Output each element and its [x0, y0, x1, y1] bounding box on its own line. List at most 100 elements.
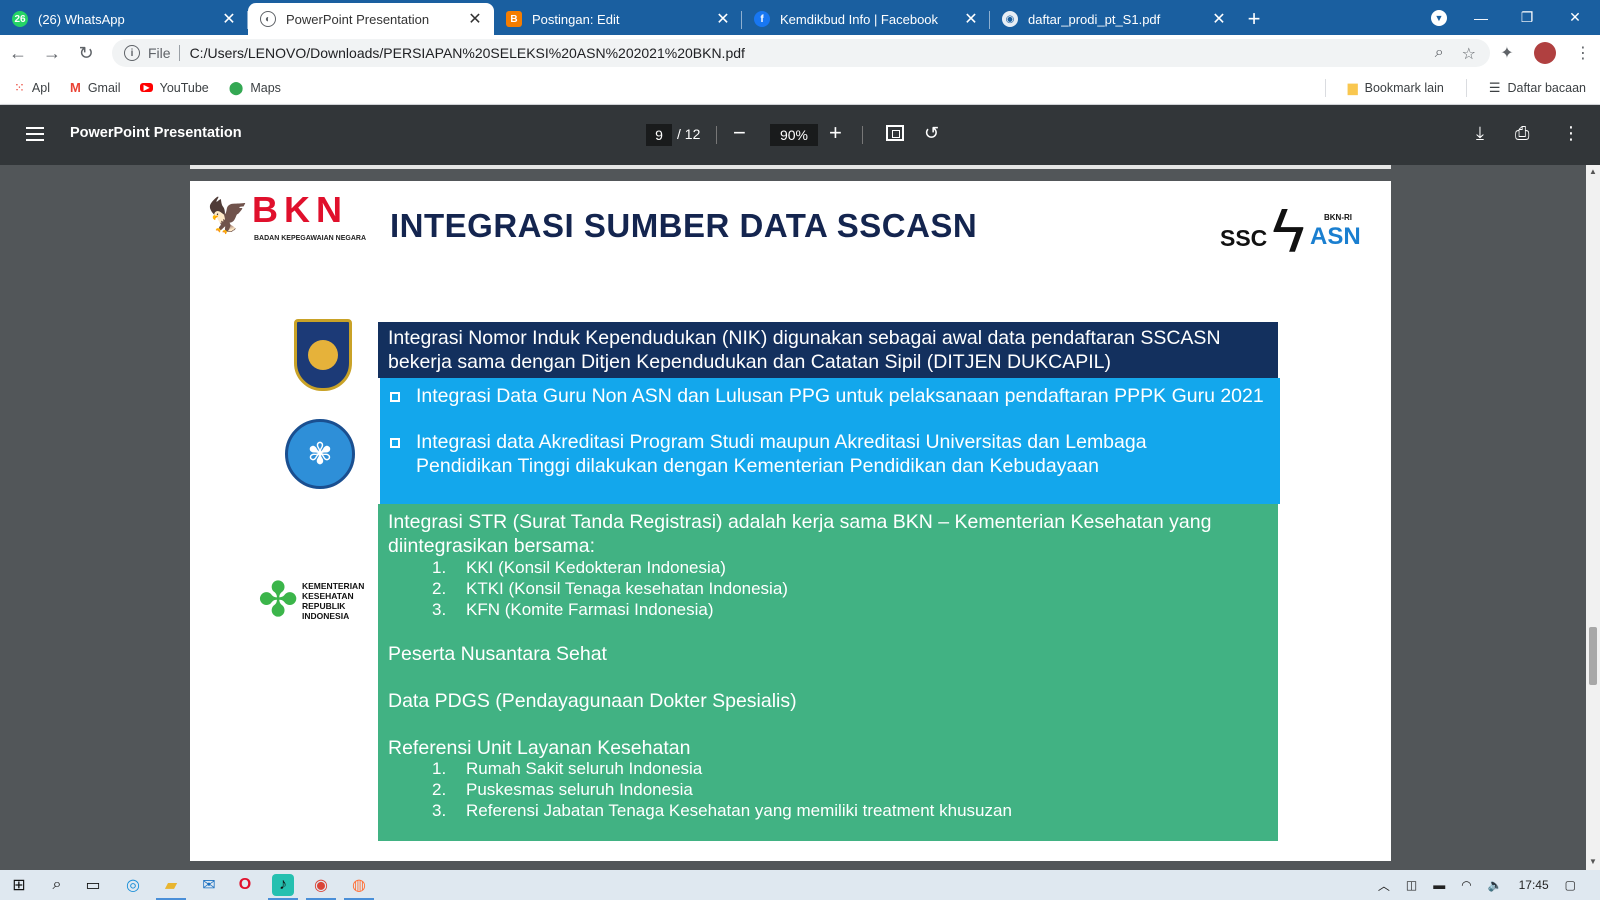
- page-total: / 12: [677, 126, 701, 142]
- kemendagri-emblem-icon: [294, 319, 352, 391]
- bkn-logo-subtitle: BADAN KEPEGAWAIAN NEGARA: [254, 235, 367, 242]
- nusantara-sehat-text: Peserta Nusantara Sehat: [388, 643, 607, 665]
- zoom-out-button[interactable]: −: [733, 120, 746, 146]
- close-window-button[interactable]: ✕: [1550, 0, 1600, 35]
- zoom-icon[interactable]: ⌕: [1435, 44, 1444, 64]
- list-item: 1. Rumah Sakit seluruh Indonesia: [432, 759, 703, 778]
- address-bar[interactable]: i File C:/Users/LENOVO/Downloads/PERSIAP…: [112, 39, 1490, 67]
- list-item: Integrasi data Akreditasi Program Studi …: [390, 430, 1147, 478]
- battery-icon[interactable]: ▬: [1433, 878, 1445, 892]
- reading-list-icon: ☰: [1488, 80, 1501, 95]
- scroll-down-icon[interactable]: ▼: [1589, 857, 1597, 866]
- sscasn-logo-bkn-ri: BKN-RI: [1324, 213, 1352, 222]
- bookmark-apl[interactable]: ⁙ Apl: [14, 80, 50, 96]
- zoom-in-button[interactable]: +: [829, 120, 842, 146]
- scrollbar-thumb[interactable]: [1589, 627, 1597, 685]
- close-tab-icon[interactable]: ✕: [962, 9, 980, 29]
- tab-search-icon[interactable]: ▼: [1424, 0, 1454, 35]
- rotate-icon[interactable]: ↺: [924, 123, 939, 144]
- bookmark-label: YouTube: [159, 80, 209, 95]
- chevron-up-icon[interactable]: ︿: [1378, 877, 1390, 894]
- fit-to-page-icon[interactable]: [886, 125, 904, 141]
- tab-powerpoint-presentation[interactable]: ◐ PowerPoint Presentation ✕: [248, 3, 494, 35]
- vertical-scrollbar[interactable]: ▲ ▼: [1586, 165, 1600, 870]
- sscasn-logo-asn: ASN: [1310, 223, 1361, 250]
- bookmark-gmail[interactable]: M Gmail: [70, 80, 121, 95]
- box-text-line: bekerja sama dengan Ditjen Kependudukan …: [388, 351, 1111, 373]
- site-info-icon[interactable]: i: [124, 45, 140, 61]
- windows-taskbar: ⊞ ⌕ ▭ ◎ ▰ ✉ O ♪ ◉ ◍ ︿ ◫ ▬ ◠ 🔈 17:45 ▢: [0, 870, 1600, 900]
- volume-icon[interactable]: 🔈: [1488, 878, 1503, 892]
- search-icon[interactable]: ⌕: [46, 874, 68, 896]
- pdf-toolbar: PowerPoint Presentation 9 / 12 − 90% + ↺…: [0, 105, 1600, 165]
- blogger-icon: B: [506, 11, 522, 27]
- page-number-input[interactable]: 9: [646, 124, 672, 146]
- notifications-icon[interactable]: ▢: [1565, 878, 1576, 892]
- previous-page-edge: [190, 165, 1391, 169]
- pdgs-text: Data PDGS (Pendayagunaan Dokter Spesiali…: [388, 690, 797, 712]
- close-tab-icon[interactable]: ✕: [220, 9, 238, 29]
- bookmark-star-icon[interactable]: ☆: [1462, 44, 1476, 64]
- file-explorer-icon[interactable]: ▰: [156, 874, 186, 900]
- bookmark-label: Bookmark lain: [1364, 81, 1444, 95]
- kemenkes-leaf-icon: ✤: [258, 574, 299, 627]
- bookmark-label: Gmail: [87, 80, 121, 95]
- url-divider: [178, 45, 180, 61]
- tiktok-icon[interactable]: ♪: [268, 874, 298, 900]
- opera-icon[interactable]: O: [234, 874, 256, 896]
- meet-now-icon[interactable]: ◫: [1406, 878, 1417, 892]
- tab-label: Kemdikbud Info | Facebook: [780, 11, 939, 27]
- maps-pin-icon: ⬤: [228, 79, 244, 95]
- hamburger-menu-icon[interactable]: [26, 127, 44, 145]
- more-options-icon[interactable]: ⋮: [1562, 123, 1580, 144]
- bookmark-other-folder[interactable]: ▆ Bookmark lain: [1348, 80, 1444, 96]
- edge-icon[interactable]: ◎: [122, 874, 144, 896]
- tab-daftar-prodi-pdf[interactable]: ◉ daftar_prodi_pt_S1.pdf ✕: [990, 3, 1238, 35]
- tab-postingan-edit[interactable]: B Postingan: Edit ✕: [494, 3, 742, 35]
- task-view-icon[interactable]: ▭: [82, 874, 104, 896]
- minimize-button[interactable]: —: [1458, 0, 1504, 35]
- pdf-page: 🦅 BKN BADAN KEPEGAWAIAN NEGARA INTEGRASI…: [190, 181, 1391, 861]
- extensions-icon[interactable]: ✦: [1490, 43, 1524, 63]
- scroll-up-icon[interactable]: ▲: [1589, 167, 1597, 176]
- gmail-icon: M: [69, 80, 81, 95]
- url-text[interactable]: C:/Users/LENOVO/Downloads/PERSIAPAN%20SE…: [190, 45, 745, 61]
- windows-start-icon[interactable]: ⊞: [8, 874, 30, 896]
- tab-whatsapp[interactable]: 26 (26) WhatsApp ✕: [0, 3, 248, 35]
- avatar[interactable]: [1534, 42, 1556, 64]
- apps-grid-icon: ⁙: [14, 79, 25, 95]
- bkn-logo-text: BKN: [252, 189, 348, 230]
- zoom-level-input[interactable]: 90%: [770, 124, 818, 146]
- mail-icon[interactable]: ✉: [198, 874, 220, 896]
- bookmarks-divider: [1465, 79, 1467, 97]
- sscasn-bolt-icon: ϟ: [1272, 197, 1305, 266]
- close-tab-icon[interactable]: ✕: [466, 9, 484, 29]
- toolbar-separator: [862, 126, 863, 144]
- sscasn-logo: SSC ϟ BKN-RI ASN: [1220, 197, 1370, 269]
- list-item: 2. Puskesmas seluruh Indonesia: [432, 780, 693, 799]
- forward-button[interactable]: →: [36, 37, 68, 69]
- restore-button[interactable]: ❐: [1504, 0, 1550, 35]
- menu-icon[interactable]: ⋮: [1566, 43, 1600, 63]
- reload-button[interactable]: ↻: [70, 37, 102, 69]
- print-icon[interactable]: ⎙: [1515, 123, 1529, 144]
- pdf-viewer[interactable]: 🦅 BKN BADAN KEPEGAWAIAN NEGARA INTEGRASI…: [0, 165, 1586, 870]
- kemdikbud-box: Integrasi Data Guru Non ASN dan Lulusan …: [380, 378, 1280, 504]
- close-tab-icon[interactable]: ✕: [1210, 9, 1228, 29]
- firefox-icon[interactable]: ◍: [344, 874, 374, 900]
- back-button[interactable]: ←: [2, 37, 34, 69]
- slide-title: INTEGRASI SUMBER DATA SSCASN: [390, 207, 978, 244]
- bookmark-maps[interactable]: ⬤ Maps: [229, 80, 281, 96]
- wifi-icon[interactable]: ◠: [1461, 878, 1471, 892]
- new-tab-button[interactable]: +: [1238, 3, 1270, 35]
- str-list: 1. KKI (Konsil Kedokteran Indonesia) 2. KT…: [432, 557, 788, 620]
- download-icon[interactable]: ⤓: [1476, 123, 1484, 144]
- tab-kemdikbud-facebook[interactable]: f Kemdikbud Info | Facebook ✕: [742, 3, 990, 35]
- chrome-icon[interactable]: ◉: [306, 874, 336, 900]
- ref-title: Referensi Unit Layanan Kesehatan: [388, 737, 691, 759]
- bookmark-youtube[interactable]: ▶ YouTube: [140, 80, 209, 95]
- close-tab-icon[interactable]: ✕: [714, 9, 732, 29]
- reading-list-button[interactable]: ☰ Daftar bacaan: [1489, 80, 1586, 96]
- clock[interactable]: 17:45: [1519, 878, 1549, 892]
- bookmark-label: Maps: [250, 80, 281, 95]
